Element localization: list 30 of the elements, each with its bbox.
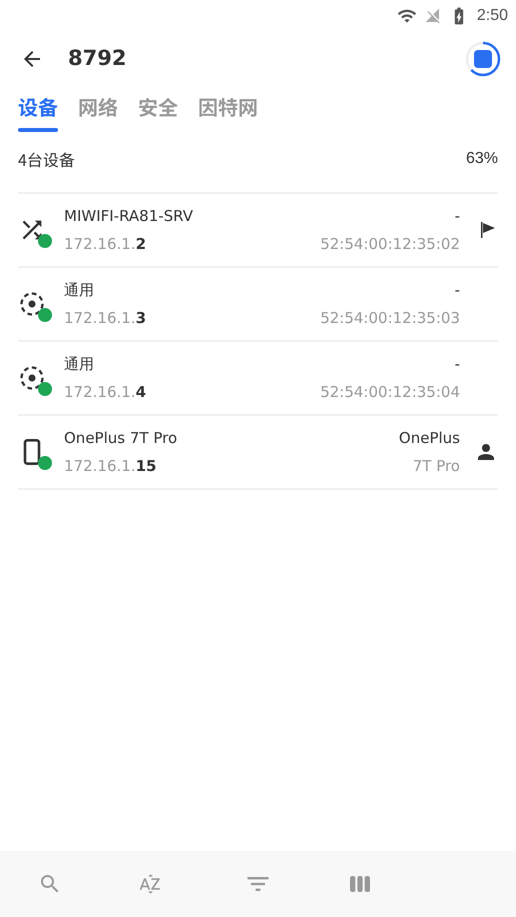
device-vendor: -: [454, 206, 460, 226]
device-ip: 172.16.1.15: [64, 456, 156, 477]
tab[interactable]: 设备: [18, 90, 58, 136]
device-row[interactable]: 通用 - 172.16.1.3 52:54:00:12:35:03: [18, 268, 498, 342]
device-vendor: -: [454, 354, 460, 374]
device-name: 通用: [64, 280, 94, 300]
stop-icon: [474, 50, 492, 68]
progress-percent: 63%: [466, 149, 498, 169]
device-vendor: -: [454, 280, 460, 300]
sort-alpha-icon[interactable]: [138, 872, 162, 896]
device-detail: 52:54:00:12:35:03: [320, 308, 460, 329]
device-row[interactable]: MIWIFI-RA81-SRV - 172.16.1.2 52:54:00:12:35:02: [18, 194, 498, 268]
clock: 2:50: [476, 6, 508, 26]
dashed-circle-icon: [18, 290, 46, 318]
device-row[interactable]: OnePlus 7T Pro OnePlus 172.16.1.15 7T Pro: [18, 416, 498, 490]
device-name: OnePlus 7T Pro: [64, 428, 178, 448]
device-name: MIWIFI-RA81-SRV: [64, 206, 194, 226]
device-ip: 172.16.1.3: [64, 308, 146, 329]
device-ip: 172.16.1.2: [64, 234, 146, 255]
device-row[interactable]: 通用 - 172.16.1.4 52:54:00:12:35:04: [18, 342, 498, 416]
device-ip: 172.16.1.4: [64, 382, 146, 403]
device-count: 4台设备: [18, 147, 75, 171]
device-detail: 52:54:00:12:35:02: [320, 234, 460, 255]
toolbar-title: 8792: [68, 45, 126, 72]
device-detail: 52:54:00:12:35:04: [320, 382, 460, 403]
no-signal-icon: [424, 8, 441, 24]
dashed-circle-icon: [18, 364, 46, 392]
device-name: 通用: [64, 354, 94, 374]
device-vendor: OnePlus: [398, 428, 460, 448]
device-detail: 7T Pro: [412, 456, 460, 477]
